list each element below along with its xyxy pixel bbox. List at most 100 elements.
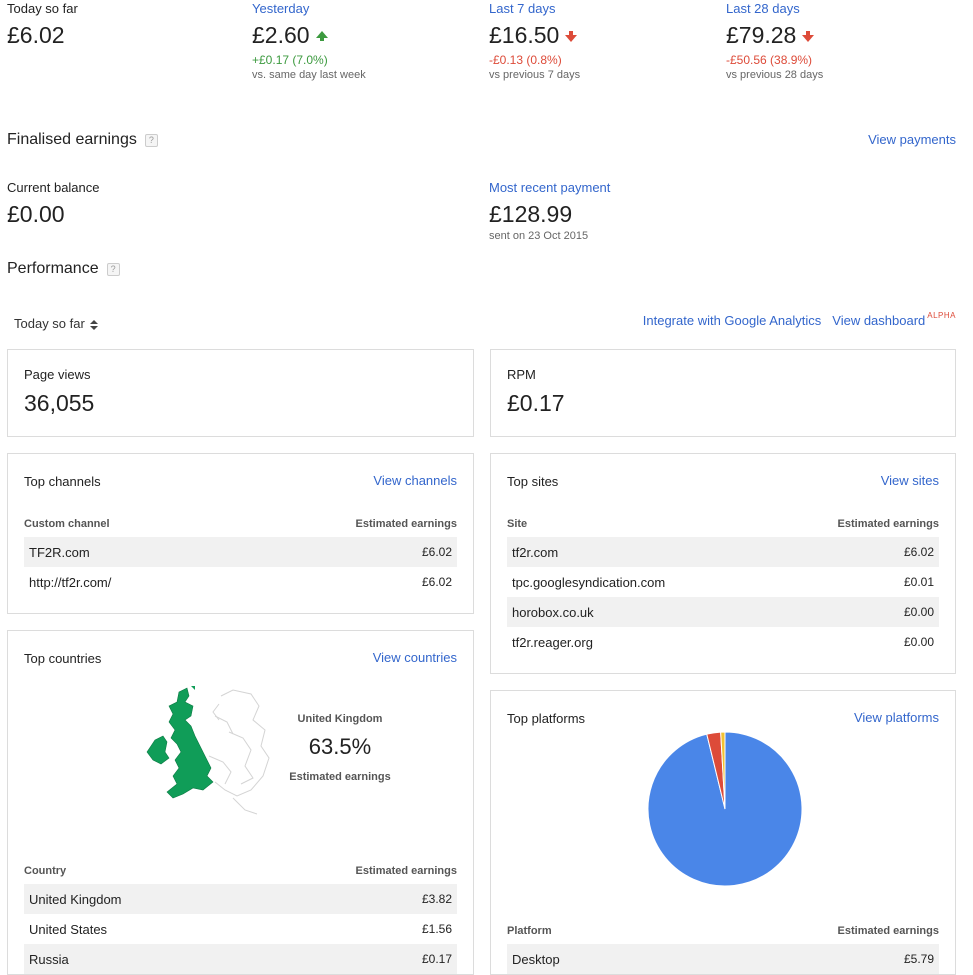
column-header: Estimated earnings bbox=[837, 518, 939, 530]
summary-change: -£50.56 (38.9%) bbox=[726, 53, 813, 67]
kpi-label: Page views bbox=[24, 367, 91, 382]
top-sites-card: Top sites View sites Site Estimated earn… bbox=[490, 453, 956, 674]
trend-down-icon bbox=[565, 31, 578, 42]
row-name: tf2r.com bbox=[512, 544, 559, 560]
table-row[interactable]: TF2R.com £6.02 bbox=[24, 537, 457, 567]
country-map[interactable] bbox=[133, 686, 273, 816]
card-title: Top countries bbox=[24, 651, 102, 666]
column-header: Estimated earnings bbox=[355, 518, 457, 530]
row-value: £5.79 bbox=[903, 952, 934, 966]
table-header: Site Estimated earnings bbox=[507, 518, 939, 530]
trend-up-icon bbox=[315, 31, 328, 41]
top-countries-card: Top countries View countries United King… bbox=[7, 630, 474, 975]
summary-last-7-days: Last 7 days £16.50 -£0.13 (0.8%) vs prev… bbox=[489, 1, 719, 81]
sort-caret-icon bbox=[89, 319, 98, 330]
view-dashboard-link[interactable]: View dashboard bbox=[832, 313, 925, 328]
summary-change: -£0.13 (0.8%) bbox=[489, 53, 562, 67]
row-name: Russia bbox=[29, 951, 69, 967]
map-percent: 63.5% bbox=[308, 734, 372, 759]
view-channels-link[interactable]: View channels bbox=[373, 473, 457, 488]
table-row[interactable]: tf2r.reager.org £0.00 bbox=[507, 627, 939, 657]
table-header: Custom channel Estimated earnings bbox=[24, 518, 457, 530]
summary-value: £2.60 bbox=[252, 22, 310, 48]
table-row[interactable]: http://tf2r.com/ £6.02 bbox=[24, 567, 457, 597]
view-platforms-link[interactable]: View platforms bbox=[854, 710, 939, 725]
card-title: Top platforms bbox=[507, 711, 586, 726]
performance-links: Integrate with Google Analytics View das… bbox=[643, 311, 956, 328]
row-name: Desktop bbox=[512, 951, 560, 967]
view-sites-link[interactable]: View sites bbox=[881, 473, 939, 488]
row-name: United States bbox=[29, 921, 108, 937]
row-name: http://tf2r.com/ bbox=[29, 574, 112, 590]
platform-pie-chart[interactable] bbox=[647, 731, 803, 887]
table-row[interactable]: Desktop £5.79 bbox=[507, 944, 939, 974]
table-row[interactable]: Russia £0.17 bbox=[24, 944, 457, 974]
row-value: £0.00 bbox=[903, 635, 934, 649]
integrate-analytics-link[interactable]: Integrate with Google Analytics bbox=[643, 313, 822, 328]
summary-compare: vs previous 7 days bbox=[489, 69, 581, 81]
row-value: £0.17 bbox=[421, 952, 452, 966]
summary-value: £6.02 bbox=[7, 22, 65, 48]
table-row[interactable]: United States £1.56 bbox=[24, 914, 457, 944]
column-header: Country bbox=[24, 865, 67, 877]
rpm-card: RPM £0.17 bbox=[490, 349, 956, 437]
section-title: Finalised earnings bbox=[7, 131, 137, 148]
row-name: tpc.googlesyndication.com bbox=[512, 574, 666, 590]
summary-value: £16.50 bbox=[489, 22, 560, 48]
summary-label: Today so far bbox=[7, 1, 78, 16]
table-row[interactable]: tf2r.com £6.02 bbox=[507, 537, 939, 567]
column-header: Estimated earnings bbox=[355, 865, 457, 877]
range-select[interactable]: Today so far bbox=[14, 316, 98, 331]
alpha-badge: ALPHA bbox=[927, 311, 956, 320]
recent-payment-date: sent on 23 Oct 2015 bbox=[489, 230, 589, 242]
summary-compare: vs. same day last week bbox=[252, 69, 366, 81]
kpi-value: 36,055 bbox=[24, 390, 95, 416]
summary-yesterday: Yesterday £2.60 +£0.17 (7.0%) vs. same d… bbox=[252, 1, 482, 81]
table-header: Country Estimated earnings bbox=[24, 865, 457, 877]
map-country-name: United Kingdom bbox=[297, 713, 383, 725]
row-value: £6.02 bbox=[421, 545, 452, 559]
top-channels-card: Top channels View channels Custom channe… bbox=[7, 453, 474, 614]
top-platforms-card: Top platforms View platforms Platform Es… bbox=[490, 690, 956, 975]
column-header: Estimated earnings bbox=[837, 925, 939, 937]
summary-link-last-7-days[interactable]: Last 7 days bbox=[489, 1, 719, 16]
kpi-label: RPM bbox=[507, 367, 536, 382]
summary-link-yesterday[interactable]: Yesterday bbox=[252, 1, 482, 16]
row-name: tf2r.reager.org bbox=[512, 634, 593, 650]
kpi-value: £0.17 bbox=[507, 390, 565, 416]
row-name: TF2R.com bbox=[29, 544, 90, 560]
finalised-earnings-heading: Finalised earnings ? bbox=[7, 131, 158, 149]
summary-link-last-28-days[interactable]: Last 28 days bbox=[726, 1, 956, 16]
recent-payment-value: £128.99 bbox=[489, 201, 573, 227]
page-views-card: Page views 36,055 bbox=[7, 349, 474, 437]
recent-payment-link[interactable]: Most recent payment bbox=[489, 180, 610, 195]
table-row[interactable]: horobox.co.uk £0.00 bbox=[507, 597, 939, 627]
help-icon[interactable]: ? bbox=[144, 133, 158, 147]
summary-last-28-days: Last 28 days £79.28 -£50.56 (38.9%) vs p… bbox=[726, 1, 956, 81]
column-header: Site bbox=[507, 518, 528, 530]
row-name: United Kingdom bbox=[29, 891, 122, 907]
card-title: Top sites bbox=[507, 474, 559, 489]
range-select-value: Today so far bbox=[14, 316, 85, 331]
row-value: £0.00 bbox=[903, 605, 934, 619]
row-value: £0.01 bbox=[903, 575, 934, 589]
row-value: £6.02 bbox=[421, 575, 452, 589]
summary-change: +£0.17 (7.0%) bbox=[252, 53, 328, 67]
table-row[interactable]: United Kingdom £3.82 bbox=[24, 884, 457, 914]
table-header: Platform Estimated earnings bbox=[507, 925, 939, 937]
row-value: £1.56 bbox=[421, 922, 452, 936]
performance-heading: Performance ? bbox=[7, 260, 120, 278]
most-recent-payment: Most recent payment £128.99 sent on 23 O… bbox=[489, 180, 610, 242]
section-title: Performance bbox=[7, 260, 99, 277]
row-value: £6.02 bbox=[903, 545, 934, 559]
help-icon[interactable]: ? bbox=[106, 262, 120, 276]
summary-value: £79.28 bbox=[726, 22, 797, 48]
card-title: Top channels bbox=[24, 474, 101, 489]
balance-value: £0.00 bbox=[7, 201, 65, 227]
balance-label: Current balance bbox=[7, 180, 100, 195]
view-countries-link[interactable]: View countries bbox=[373, 650, 457, 665]
column-header: Platform bbox=[507, 925, 552, 937]
table-row[interactable]: tpc.googlesyndication.com £0.01 bbox=[507, 567, 939, 597]
summary-today: Today so far £6.02 bbox=[7, 1, 237, 49]
view-payments-link[interactable]: View payments bbox=[868, 132, 956, 147]
